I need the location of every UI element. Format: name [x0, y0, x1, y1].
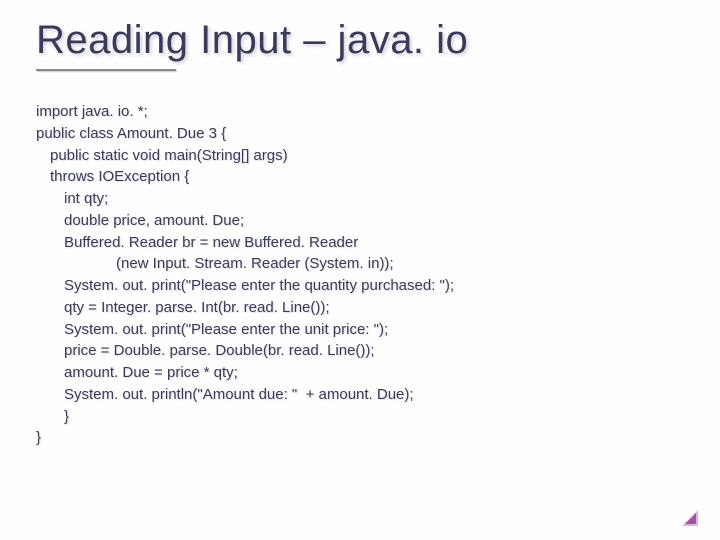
code-line: price = Double. parse. Double(br. read. …	[36, 340, 684, 362]
code-line: System. out. print("Please enter the qua…	[36, 275, 684, 297]
code-line: int qty;	[36, 188, 684, 210]
code-line: throws IOException {	[36, 166, 684, 188]
title-underline	[36, 69, 176, 71]
code-line: System. out. println("Amount due: " + am…	[36, 384, 684, 406]
code-line: double price, amount. Due;	[36, 210, 684, 232]
code-line: }	[36, 406, 684, 428]
code-line: import java. io. *;	[36, 101, 684, 123]
code-line: System. out. print("Please enter the uni…	[36, 319, 684, 341]
code-line: (new Input. Stream. Reader (System. in))…	[36, 253, 684, 275]
code-block: import java. io. *; public class Amount.…	[36, 101, 684, 449]
code-line: }	[36, 427, 684, 449]
slide-title: Reading Input – java. io	[36, 18, 684, 63]
code-line: Buffered. Reader br = new Buffered. Read…	[36, 232, 684, 254]
code-line: qty = Integer. parse. Int(br. read. Line…	[36, 297, 684, 319]
code-line: amount. Due = price * qty;	[36, 362, 684, 384]
slide-container: Reading Input – java. io import java. io…	[0, 0, 720, 540]
code-line: public class Amount. Due 3 {	[36, 123, 684, 145]
corner-fold-icon	[680, 508, 698, 526]
code-line: public static void main(String[] args)	[36, 145, 684, 167]
